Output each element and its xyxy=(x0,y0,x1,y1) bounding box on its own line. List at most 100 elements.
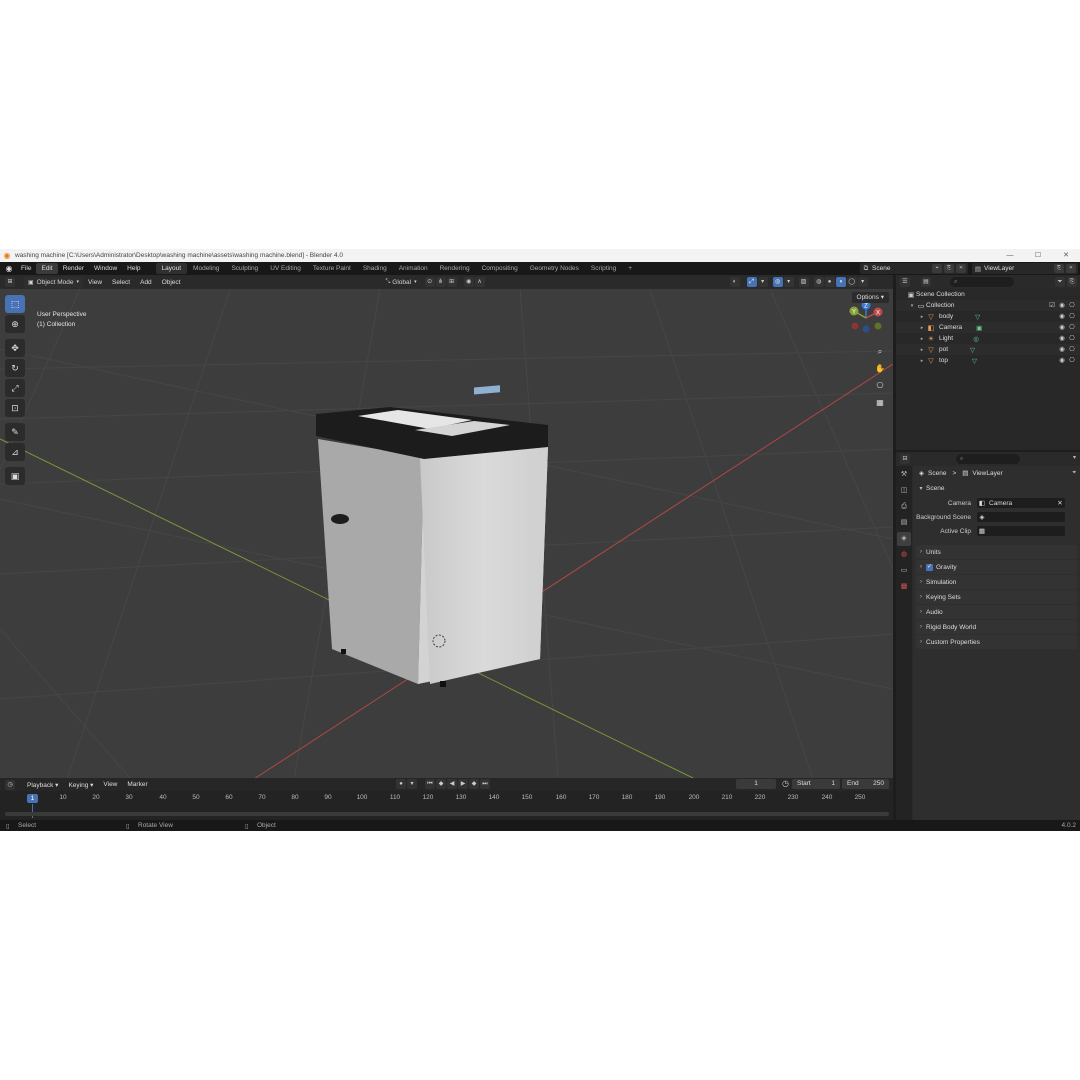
display-mode-icon[interactable]: ▤ xyxy=(921,277,931,287)
jump-end-icon[interactable]: ⏭ xyxy=(480,779,490,789)
tab-texture-paint[interactable]: Texture Paint xyxy=(307,263,357,274)
eye-icon[interactable]: ◉ xyxy=(1057,345,1067,353)
properties-search-input[interactable]: ⌕ xyxy=(956,454,1020,464)
outliner-item-light[interactable]: ▸ ☀ Light ◎ ◉ ⎔ xyxy=(896,333,1080,344)
jump-start-icon[interactable]: ⏮ xyxy=(425,779,435,789)
shading-menu-icon[interactable]: ▾ xyxy=(857,277,868,287)
menu-playback[interactable]: Playback ▾ xyxy=(22,781,63,789)
gizmo-neg-x[interactable] xyxy=(851,322,859,330)
measure-tool-icon[interactable]: ⊿ xyxy=(5,443,25,461)
view-layer-selector[interactable]: ▤ ViewLayer ⎘ ✕ xyxy=(972,263,1078,274)
properties-editor-icon[interactable]: ⊟ xyxy=(900,454,910,464)
solid-shading-icon[interactable]: ● xyxy=(824,277,835,287)
gravity-panel[interactable]: › ✓ Gravity xyxy=(916,560,1077,574)
outliner-item-body[interactable]: ▸ ▽ body ▽ ◉ ⎔ xyxy=(896,311,1080,322)
clear-icon[interactable]: ✕ xyxy=(1055,499,1065,507)
add-workspace-button[interactable]: + xyxy=(622,263,638,274)
gravity-checkbox[interactable]: ✓ xyxy=(926,563,933,571)
viewport-scene[interactable]: Z X Y xyxy=(0,289,893,801)
chevron-right-icon[interactable]: ▸ xyxy=(918,347,926,353)
scale-tool-icon[interactable]: ⤢ xyxy=(5,379,25,397)
zoom-icon[interactable]: ⌕ xyxy=(873,345,887,359)
cursor-tool-icon[interactable]: ⊕ xyxy=(5,315,25,333)
snap-target-icon[interactable]: ⊞ xyxy=(446,277,457,287)
chevron-down-icon[interactable]: ▾ xyxy=(908,303,916,309)
active-clip-field[interactable]: ▦ xyxy=(977,526,1065,536)
eye-icon[interactable]: ◉ xyxy=(1057,301,1067,309)
checkbox-icon[interactable]: ☑ xyxy=(1047,301,1057,309)
falloff-icon[interactable]: ∧ xyxy=(474,277,485,287)
add-cube-tool-icon[interactable]: ▣ xyxy=(5,467,25,485)
tab-scripting[interactable]: Scripting xyxy=(585,263,622,274)
menu-keying[interactable]: Keying ▾ xyxy=(63,781,98,789)
gizmo-toggle-icon[interactable]: ⤢ xyxy=(746,277,757,287)
collection-tab-icon[interactable]: ▭ xyxy=(897,564,911,578)
outliner-item-pot[interactable]: ▸ ▽ pot ▽ ◉ ⎔ xyxy=(896,344,1080,355)
gizmo-menu-icon[interactable]: ▾ xyxy=(757,277,768,287)
outliner-search-input[interactable]: ⌕ xyxy=(950,277,1014,287)
proportional-edit-icon[interactable]: ◉ xyxy=(463,277,474,287)
units-panel[interactable]: › Units xyxy=(916,545,1077,559)
filter-icon[interactable]: ⏷ xyxy=(1055,277,1065,287)
record-icon[interactable]: ● xyxy=(396,779,406,789)
playhead[interactable]: 1 xyxy=(27,794,38,803)
tab-modeling[interactable]: Modeling xyxy=(187,263,225,274)
eye-icon[interactable]: ◉ xyxy=(1057,312,1067,320)
timeline-scrollbar[interactable] xyxy=(5,812,889,816)
chevron-right-icon[interactable]: ▸ xyxy=(918,325,926,331)
record-menu-icon[interactable]: ▾ xyxy=(407,779,417,789)
wireframe-shading-icon[interactable]: ◍ xyxy=(813,277,824,287)
audio-panel[interactable]: › Audio xyxy=(916,605,1077,619)
tab-geometry-nodes[interactable]: Geometry Nodes xyxy=(524,263,585,274)
xray-icon[interactable]: ▨ xyxy=(798,277,809,287)
collection-row[interactable]: ▾ ▭ Collection ☑ ◉ ⎔ xyxy=(896,300,1080,311)
eye-icon[interactable]: ◉ xyxy=(1057,334,1067,342)
texture-tab-icon[interactable]: ▩ xyxy=(897,580,911,594)
mode-selector[interactable]: ▣ Object Mode ▾ xyxy=(24,276,84,288)
delete-scene-icon[interactable]: ✕ xyxy=(956,264,966,273)
camera-view-icon[interactable]: ⎔ xyxy=(873,379,887,393)
overlay-menu-icon[interactable]: ▾ xyxy=(783,277,794,287)
world-tab-icon[interactable]: ◍ xyxy=(897,548,911,562)
current-frame-field[interactable]: 1 xyxy=(736,779,776,789)
camera-field[interactable]: ◧ Camera ✕ xyxy=(977,498,1065,508)
tab-layout[interactable]: Layout xyxy=(155,263,188,274)
3d-viewport[interactable]: ⊞ ▣ Object Mode ▾ View Select Add Object… xyxy=(0,275,893,801)
outliner[interactable]: ☰ ▤ ⌕ ⏷ ⎘ ▣ Scene Collection ▾ ▭ Collect… xyxy=(896,275,1080,450)
close-button[interactable]: ✕ xyxy=(1052,249,1080,262)
start-frame-field[interactable]: Start 1 xyxy=(792,779,840,789)
new-scene-icon[interactable]: ⎘ xyxy=(944,264,954,273)
tab-rendering[interactable]: Rendering xyxy=(434,263,476,274)
prev-keyframe-icon[interactable]: ◆ xyxy=(436,779,446,789)
tool-tab-icon[interactable]: ⚒ xyxy=(897,468,911,482)
menu-file[interactable]: File xyxy=(16,263,36,274)
editor-type-icon[interactable]: ⊞ xyxy=(5,277,15,287)
camera-render-icon[interactable]: ⎔ xyxy=(1067,301,1077,309)
custom-properties-panel[interactable]: › Custom Properties xyxy=(916,635,1077,649)
rotate-tool-icon[interactable]: ↻ xyxy=(5,359,25,377)
tab-animation[interactable]: Animation xyxy=(393,263,434,274)
camera-render-icon[interactable]: ⎔ xyxy=(1067,312,1077,320)
rigid-body-world-panel[interactable]: › Rigid Body World xyxy=(916,620,1077,634)
menu-marker[interactable]: Marker xyxy=(122,781,152,788)
background-scene-field[interactable]: ◈ xyxy=(977,512,1065,522)
scene-collection-row[interactable]: ▣ Scene Collection xyxy=(896,289,1080,300)
properties-editor[interactable]: ⊟ ⌕ ▾ ⚒ ◫ ⎙ ▤ ◈ ◍ ▭ ▩ ◈ Scene > ▤ ViewLa… xyxy=(896,452,1080,820)
new-view-layer-icon[interactable]: ⎘ xyxy=(1054,264,1064,273)
rendered-shading-icon[interactable]: ◯ xyxy=(846,277,857,287)
options-button[interactable]: Options ▾ xyxy=(851,292,889,303)
pan-hand-icon[interactable]: ✋ xyxy=(873,362,887,376)
pin-icon[interactable]: ⌖ xyxy=(932,264,942,273)
transform-tool-icon[interactable]: ⊡ xyxy=(5,399,25,417)
annotate-tool-icon[interactable]: ✎ xyxy=(5,423,25,441)
delete-view-layer-icon[interactable]: ✕ xyxy=(1066,264,1076,273)
next-keyframe-icon[interactable]: ◆ xyxy=(469,779,479,789)
menu-add[interactable]: Add xyxy=(135,277,157,288)
chevron-down-icon[interactable]: ▾ xyxy=(1073,454,1076,461)
gizmo-neg-y[interactable] xyxy=(874,322,882,330)
chevron-right-icon[interactable]: ▸ xyxy=(918,358,926,364)
menu-edit[interactable]: Edit xyxy=(36,263,58,274)
menu-help[interactable]: Help xyxy=(122,263,145,274)
timeline[interactable]: ◷ Playback ▾ Keying ▾ View Marker ● ▾ ⏮ … xyxy=(0,778,893,820)
outliner-item-camera[interactable]: ▸ ◧ Camera ▣ ◉ ⎔ xyxy=(896,322,1080,333)
